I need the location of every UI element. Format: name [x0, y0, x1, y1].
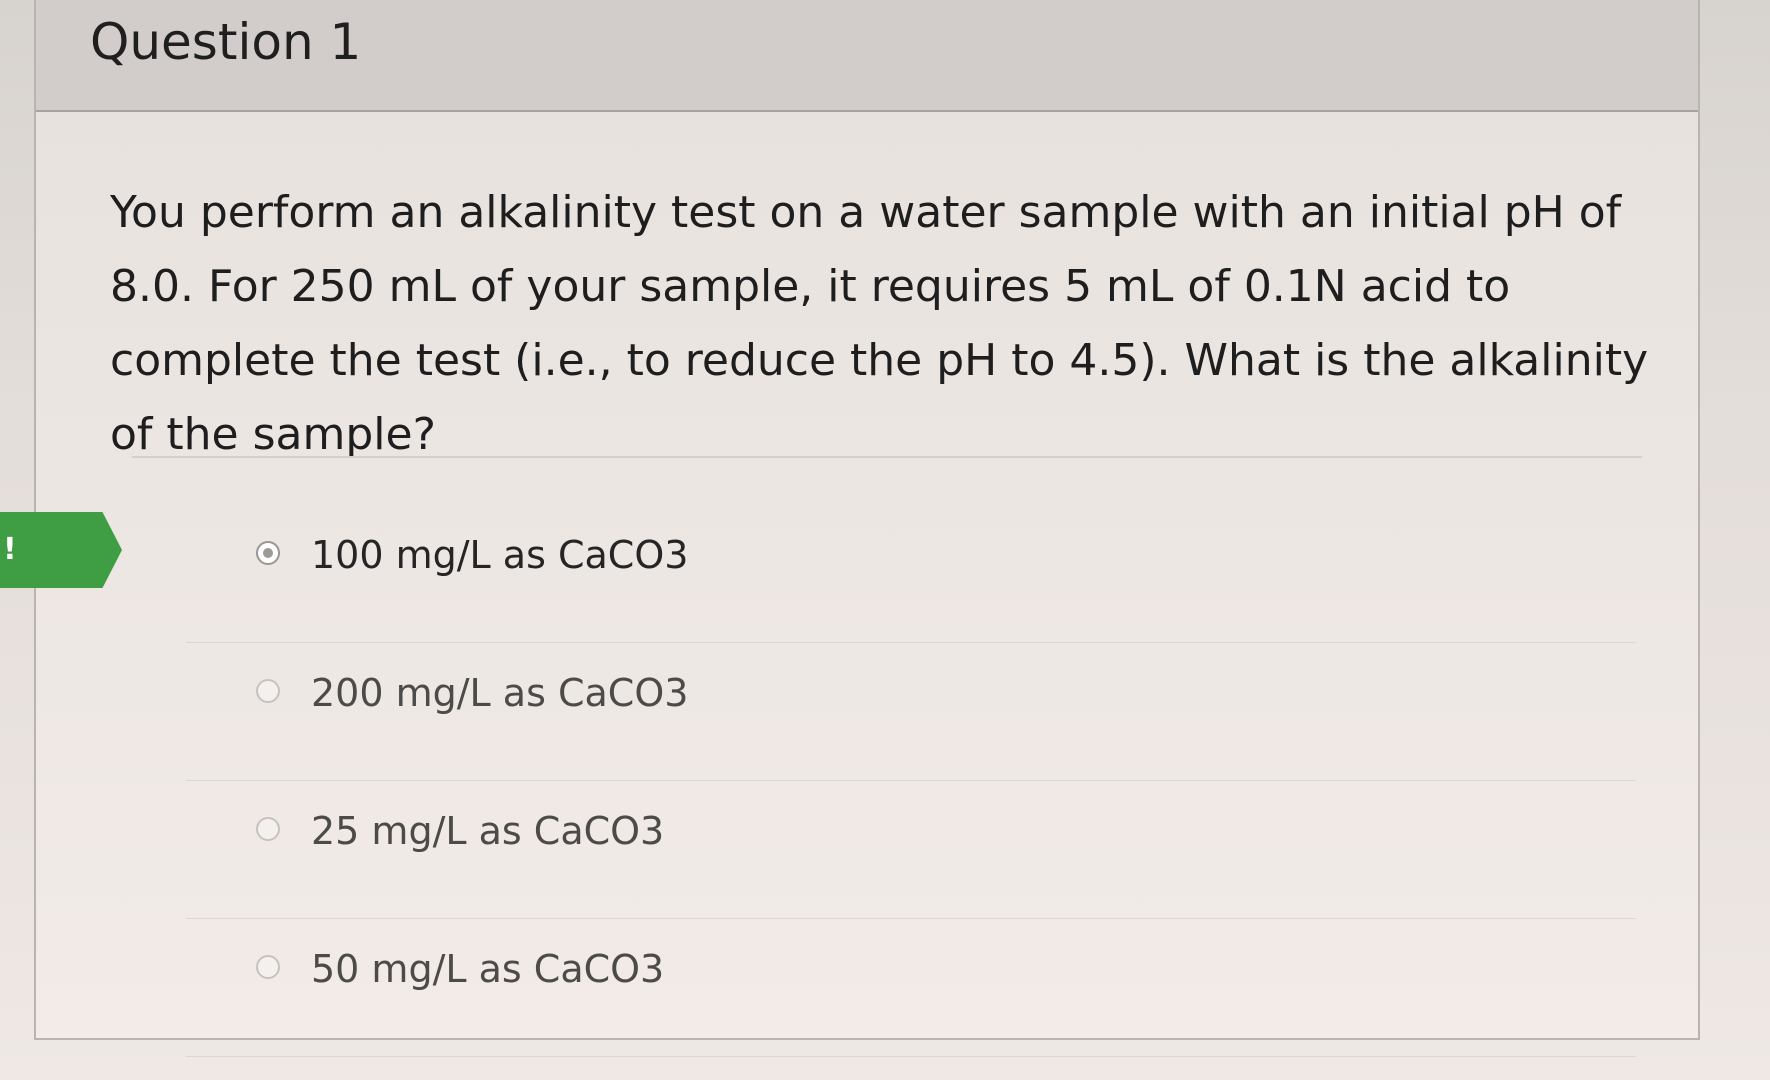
answer-label[interactable]: 50 mg/L as CaCO3 [311, 943, 664, 995]
radio-unselected-icon[interactable] [256, 955, 280, 979]
radio-unselected-icon[interactable] [256, 817, 280, 841]
question-divider [132, 456, 1642, 458]
answer-label[interactable]: 25 mg/L as CaCO3 [311, 805, 664, 857]
question-title: Question 1 [90, 13, 362, 71]
selected-answer-marker-icon: ! [0, 512, 122, 588]
question-card: Question 1 You perform an alkalinity tes… [34, 0, 1700, 1057]
answer-label[interactable]: 100 mg/L as CaCO3 [311, 529, 688, 581]
answer-option[interactable]: 50 mg/L as CaCO3 [186, 919, 1636, 1057]
answer-option[interactable]: 25 mg/L as CaCO3 [186, 781, 1636, 919]
answer-label[interactable]: 200 mg/L as CaCO3 [311, 667, 688, 719]
radio-selected-icon[interactable] [256, 541, 280, 565]
answers-list: 100 mg/L as CaCO3 200 mg/L as CaCO3 25 m… [186, 505, 1636, 1057]
marker-exclamation-icon: ! [3, 532, 17, 567]
question-header: Question 1 [36, 0, 1698, 112]
answer-option[interactable]: 100 mg/L as CaCO3 [186, 505, 1636, 643]
answer-option[interactable]: 200 mg/L as CaCO3 [186, 643, 1636, 781]
question-body: You perform an alkalinity test on a wate… [110, 176, 1650, 460]
radio-unselected-icon[interactable] [256, 679, 280, 703]
question-text: You perform an alkalinity test on a wate… [110, 187, 1649, 460]
